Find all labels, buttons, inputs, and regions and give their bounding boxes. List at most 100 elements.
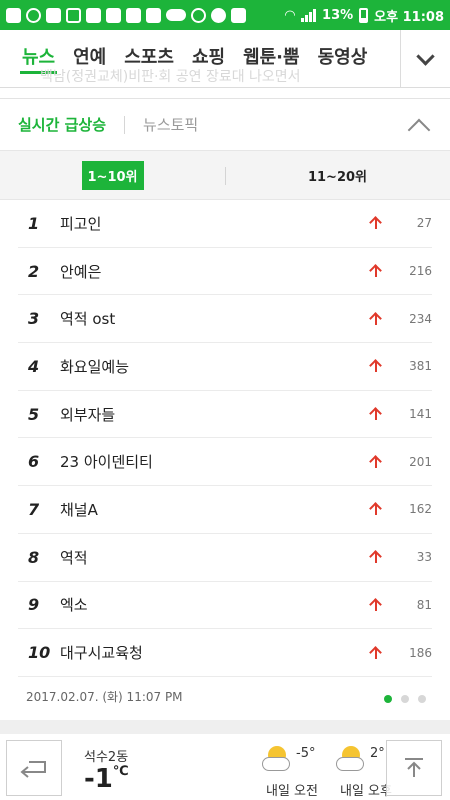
tab-rank-1-10[interactable]: 1~10위 bbox=[0, 151, 225, 199]
cloud-icon bbox=[336, 757, 364, 771]
ranking-item[interactable]: 5 외부자들 141 bbox=[18, 391, 432, 439]
app-icon bbox=[106, 7, 121, 23]
page-dot-2[interactable] bbox=[401, 695, 409, 703]
rank-number: 6 bbox=[28, 452, 40, 472]
weather-location: 석수2동 bbox=[84, 750, 129, 765]
ranking-item[interactable]: 10 대구시교육청 186 bbox=[18, 629, 432, 677]
vibrate-icon bbox=[191, 7, 206, 23]
ranking-item[interactable]: 8 역적 33 bbox=[18, 534, 432, 582]
wifi-icon: ◠ bbox=[285, 7, 296, 23]
weather-widget[interactable]: 석수2동 -1℃ -5° 내일 오전 2° 내일 오후 bbox=[0, 734, 450, 800]
rank-change: 216 bbox=[409, 264, 432, 279]
keyword: 피고인 bbox=[60, 214, 102, 233]
chevron-up-icon bbox=[407, 118, 431, 142]
forecast-tomorrow-am: -5° 내일 오전 bbox=[262, 744, 322, 799]
section-gap bbox=[0, 720, 450, 734]
tab-entertainment[interactable]: 연예 bbox=[73, 30, 106, 88]
rank-change: 141 bbox=[409, 407, 432, 422]
tab-news-topic[interactable]: 뉴스토픽 bbox=[143, 114, 198, 135]
rank-change: 381 bbox=[409, 359, 432, 374]
battery-percent: 13% bbox=[322, 7, 354, 23]
app-icon bbox=[6, 7, 21, 23]
updated-timestamp: 2017.02.07. (화) 11:07 PM bbox=[26, 690, 183, 704]
keyword: 23 아이덴티티 bbox=[60, 453, 153, 472]
page-dot-1[interactable] bbox=[384, 695, 392, 703]
cloud-icon bbox=[262, 757, 290, 771]
arrow-up-icon bbox=[366, 547, 386, 567]
divider bbox=[124, 115, 126, 134]
status-bar: ◠ 13% 오후 11:08 bbox=[0, 0, 450, 30]
rank-change: 33 bbox=[416, 550, 432, 565]
arrow-up-icon bbox=[366, 643, 386, 663]
forecast-label: 내일 오전 bbox=[266, 784, 318, 799]
arrow-up-icon bbox=[366, 213, 386, 233]
clock: 오후 11:08 bbox=[374, 9, 444, 25]
tab-video[interactable]: 동영상 bbox=[318, 30, 368, 88]
tab-webtoon[interactable]: 웹툰·뿜 bbox=[243, 30, 300, 88]
notification-icons bbox=[6, 7, 285, 23]
divider bbox=[225, 167, 226, 185]
tab-news[interactable]: 뉴스 bbox=[19, 30, 58, 88]
rank-change: 27 bbox=[416, 216, 432, 231]
ranking-item[interactable]: 7 채널A 162 bbox=[18, 486, 432, 534]
ranking-item[interactable]: 1 피고인 27 bbox=[18, 200, 432, 248]
page-indicator bbox=[384, 695, 426, 703]
rank-range-tabs: 1~10위 11~20위 bbox=[0, 150, 450, 200]
tab-realtime-rising[interactable]: 실시간 급상승 bbox=[18, 114, 106, 135]
arrow-up-icon bbox=[366, 356, 386, 376]
twitter-icon bbox=[211, 7, 226, 23]
forecast-label: 내일 오후 bbox=[340, 784, 392, 799]
ranking-item[interactable]: 3 역적 ost 234 bbox=[18, 295, 432, 344]
tab-sports[interactable]: 스포츠 bbox=[124, 30, 174, 88]
battery-icon bbox=[359, 7, 369, 23]
app-icon bbox=[146, 7, 161, 23]
rank-number: 8 bbox=[28, 547, 40, 567]
top-nav: 뉴스 연예 스포츠 쇼핑 웹툰·뿜 동영상 백남(정권교체)비판·회 공연 장료… bbox=[0, 30, 450, 88]
temperature-value: -1 bbox=[84, 764, 113, 794]
app-icon bbox=[231, 7, 246, 23]
keyword: 화요일예능 bbox=[60, 357, 130, 376]
keyword: 역적 bbox=[60, 548, 88, 567]
rank-number: 10 bbox=[28, 643, 51, 663]
rank-change: 81 bbox=[416, 597, 432, 612]
more-categories-button[interactable] bbox=[400, 30, 450, 88]
scroll-to-top-button[interactable] bbox=[386, 740, 442, 796]
tab-rank-11-20-label: 11~20위 bbox=[307, 169, 368, 185]
signal-icon bbox=[301, 8, 317, 22]
ranking-list: 1 피고인 27 2 안예은 216 3 역적 ost 234 4 화요일예능 … bbox=[18, 200, 432, 677]
notification-icon bbox=[46, 7, 61, 23]
app-icon bbox=[26, 7, 41, 23]
forecast-temp: 2° bbox=[370, 746, 385, 761]
page-dot-3[interactable] bbox=[418, 695, 426, 703]
collapse-button[interactable] bbox=[404, 113, 434, 142]
ranking-item[interactable]: 9 엑소 81 bbox=[18, 582, 432, 630]
app-icon bbox=[86, 7, 101, 23]
ranking-item[interactable]: 2 안예은 216 bbox=[18, 248, 432, 296]
rank-number: 4 bbox=[28, 356, 40, 376]
arrow-up-icon bbox=[366, 499, 386, 519]
forecast-temp: -5° bbox=[296, 746, 316, 761]
back-button[interactable] bbox=[6, 740, 62, 796]
temperature-unit: ℃ bbox=[112, 764, 129, 779]
tab-shopping[interactable]: 쇼핑 bbox=[192, 30, 225, 88]
keyword: 역적 ost bbox=[60, 310, 116, 329]
keyword: 안예은 bbox=[60, 262, 102, 281]
current-temperature: -1℃ bbox=[84, 764, 129, 794]
rank-number: 3 bbox=[28, 309, 40, 329]
arrow-up-icon bbox=[366, 309, 386, 329]
rank-change: 162 bbox=[409, 502, 432, 517]
chat-icon bbox=[166, 9, 186, 21]
rank-number: 1 bbox=[28, 213, 40, 233]
app-icon bbox=[126, 7, 141, 23]
rank-number: 2 bbox=[28, 261, 40, 281]
ranking-item[interactable]: 4 화요일예능 381 bbox=[18, 343, 432, 391]
keyword: 엑소 bbox=[60, 596, 88, 615]
ranking-item[interactable]: 6 23 아이덴티티 201 bbox=[18, 438, 432, 487]
realtime-header: 실시간 급상승 뉴스토픽 bbox=[0, 98, 450, 150]
system-status: ◠ 13% 오후 11:08 bbox=[285, 6, 444, 25]
rank-number: 7 bbox=[28, 499, 40, 519]
rank-change: 234 bbox=[409, 311, 432, 326]
tab-rank-11-20[interactable]: 11~20위 bbox=[225, 151, 450, 199]
arrow-up-to-top-icon bbox=[405, 758, 423, 777]
tab-rank-1-10-label: 1~10위 bbox=[81, 160, 144, 190]
